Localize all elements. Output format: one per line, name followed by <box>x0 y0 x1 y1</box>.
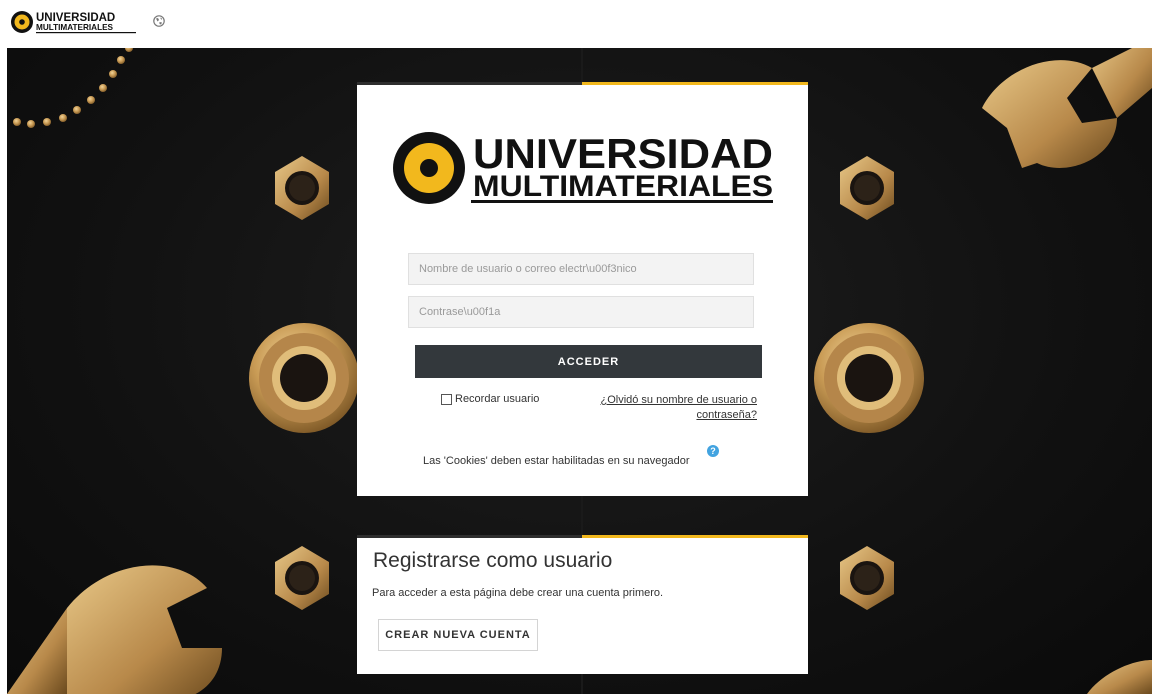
username-input[interactable] <box>408 253 754 285</box>
forgot-password-link[interactable]: ¿Olvidó su nombre de usuario o contraseñ… <box>587 393 757 423</box>
card-accent-bar <box>357 82 808 85</box>
remember-checkbox[interactable] <box>441 393 452 405</box>
question-circle-icon[interactable]: ? <box>707 445 719 457</box>
create-account-button[interactable]: CREAR NUEVA CUENTA <box>378 619 538 651</box>
card-accent-bar <box>357 535 808 538</box>
nav-logo-line2: MULTIMATERIALES <box>36 23 114 32</box>
cookies-notice: Las 'Cookies' deben estar habilitadas en… <box>423 455 690 467</box>
logo-line2: MULTIMATERIALES <box>473 170 773 203</box>
top-navbar: UNIVERSIDAD MULTIMATERIALES <box>0 0 1152 48</box>
password-input[interactable] <box>408 296 754 328</box>
signup-description: Para acceder a esta página debe crear un… <box>372 587 664 599</box>
site-logo[interactable]: UNIVERSIDAD MULTIMATERIALES <box>10 9 140 35</box>
remember-label: Recordar usuario <box>455 393 540 405</box>
signup-title: Registrarse como usuario <box>373 549 613 572</box>
university-logo: UNIVERSIDAD MULTIMATERIALES <box>393 130 773 215</box>
globe-icon[interactable] <box>153 14 167 28</box>
signup-card: Registrarse como usuario Para acceder a … <box>357 535 808 674</box>
remember-me[interactable]: Recordar usuario <box>441 393 539 405</box>
login-card: UNIVERSIDAD MULTIMATERIALES ACCEDER Reco… <box>357 82 808 496</box>
login-button[interactable]: ACCEDER <box>415 345 762 378</box>
